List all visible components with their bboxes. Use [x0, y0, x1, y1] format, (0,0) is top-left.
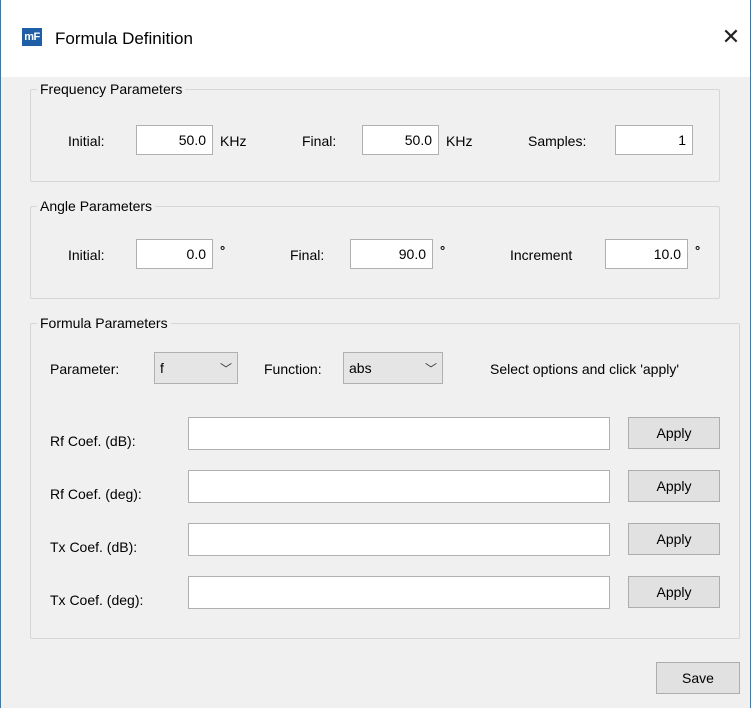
dialog-body: Frequency Parameters Initial: KHz Final:…: [1, 77, 750, 708]
parameter-select[interactable]: f ﹀: [154, 352, 238, 384]
tx-coef-deg-label: Tx Coef. (deg):: [50, 592, 144, 608]
frequency-final-unit: KHz: [446, 133, 473, 149]
rf-coef-db-apply-button[interactable]: Apply: [628, 417, 720, 449]
tx-coef-deg-input[interactable]: [188, 576, 610, 609]
tx-coef-deg-apply-button[interactable]: Apply: [628, 576, 720, 608]
rf-coef-deg-apply-button[interactable]: Apply: [628, 470, 720, 502]
frequency-final-label: Final:: [302, 133, 337, 149]
angle-increment-input[interactable]: [605, 239, 688, 269]
rf-coef-db-label: Rf Coef. (dB):: [50, 433, 136, 449]
rf-coef-deg-input[interactable]: [188, 470, 610, 503]
chevron-down-icon: ﹀: [424, 361, 437, 376]
tx-coef-db-label: Tx Coef. (dB):: [50, 539, 138, 555]
frequency-initial-unit: KHz: [220, 133, 247, 149]
window-title: Formula Definition: [55, 29, 193, 48]
frequency-parameters-legend: Frequency Parameters: [40, 81, 183, 97]
formula-hint-text: Select options and click 'apply': [490, 361, 680, 377]
function-label: Function:: [264, 361, 322, 377]
title-bar: mF Formula Definition ✕: [1, 0, 750, 77]
formula-definition-window: mF Formula Definition ✕ Frequency Parame…: [0, 0, 751, 708]
frequency-samples-input[interactable]: [615, 125, 693, 155]
angle-final-input[interactable]: [350, 239, 433, 269]
function-select-value: abs: [349, 360, 372, 376]
frequency-final-input[interactable]: [362, 125, 439, 155]
angle-initial-degree-unit: °: [220, 243, 226, 258]
angle-increment-label: Increment: [510, 247, 573, 263]
close-icon[interactable]: ✕: [716, 22, 746, 52]
chevron-down-icon: ﹀: [219, 361, 232, 376]
rf-coef-db-input[interactable]: [188, 417, 610, 450]
angle-parameters-legend: Angle Parameters: [40, 198, 153, 214]
angle-initial-input[interactable]: [136, 239, 213, 269]
angle-increment-degree-unit: °: [695, 243, 701, 258]
angle-initial-label: Initial:: [68, 247, 105, 263]
frequency-initial-input[interactable]: [136, 125, 213, 155]
angle-final-degree-unit: °: [440, 243, 446, 258]
frequency-initial-label: Initial:: [68, 133, 105, 149]
function-select[interactable]: abs ﹀: [343, 352, 443, 384]
tx-coef-db-input[interactable]: [188, 523, 610, 556]
save-button[interactable]: Save: [656, 662, 740, 694]
tx-coef-db-apply-button[interactable]: Apply: [628, 523, 720, 555]
rf-coef-deg-label: Rf Coef. (deg):: [50, 486, 142, 502]
app-icon: mF: [22, 28, 42, 46]
parameter-label: Parameter:: [50, 361, 120, 377]
parameter-select-value: f: [160, 360, 164, 376]
angle-final-label: Final:: [290, 247, 325, 263]
frequency-samples-label: Samples:: [528, 133, 587, 149]
formula-parameters-legend: Formula Parameters: [40, 315, 168, 331]
